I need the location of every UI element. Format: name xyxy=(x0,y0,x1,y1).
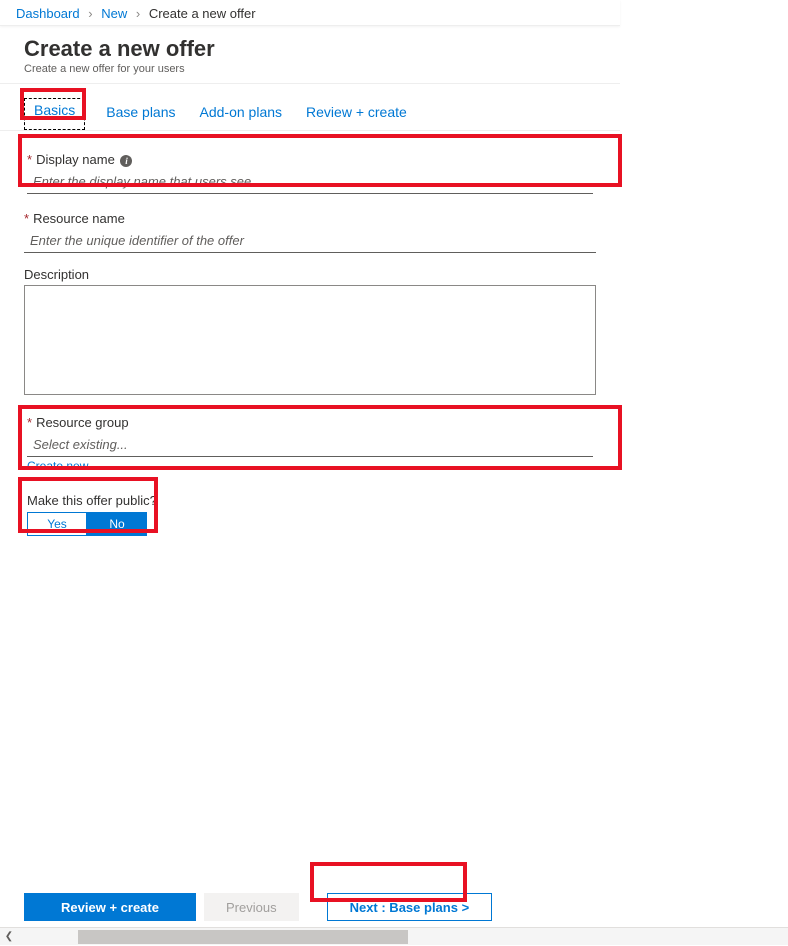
resource-group-label: *Resource group xyxy=(27,415,593,430)
field-resource-name: *Resource name xyxy=(24,211,596,253)
info-icon[interactable]: i xyxy=(120,155,132,167)
resource-group-select[interactable] xyxy=(27,433,593,457)
previous-button: Previous xyxy=(204,893,299,921)
review-create-button[interactable]: Review + create xyxy=(24,893,196,921)
field-resource-group: *Resource group Create new xyxy=(24,412,596,476)
tab-base-plans[interactable]: Base plans xyxy=(103,98,178,130)
page-subtitle: Create a new offer for your users xyxy=(24,63,604,75)
scroll-left-icon[interactable]: ❮ xyxy=(0,928,18,946)
description-input[interactable] xyxy=(24,285,596,395)
tab-basics[interactable]: Basics xyxy=(24,98,85,130)
scroll-right-icon[interactable] xyxy=(770,928,788,946)
resource-name-input[interactable] xyxy=(24,229,596,253)
breadcrumb-current: Create a new offer xyxy=(149,6,256,21)
footer-actions: Review + create Previous Next : Base pla… xyxy=(0,893,620,921)
make-public-toggle: Yes No xyxy=(27,512,593,536)
field-make-public: Make this offer public? Yes No xyxy=(24,490,596,539)
page-header: Create a new offer Create a new offer fo… xyxy=(0,26,620,84)
next-button[interactable]: Next : Base plans > xyxy=(327,893,493,921)
create-new-link[interactable]: Create new xyxy=(27,459,88,473)
display-name-label: *Display name i xyxy=(27,152,593,167)
make-public-label: Make this offer public? xyxy=(27,493,593,508)
scrollbar-thumb[interactable] xyxy=(78,930,408,944)
breadcrumb-separator: › xyxy=(136,6,140,21)
breadcrumb: Dashboard › New › Create a new offer xyxy=(0,0,620,26)
breadcrumb-dashboard[interactable]: Dashboard xyxy=(16,6,80,21)
toggle-yes[interactable]: Yes xyxy=(27,512,87,536)
field-display-name: *Display name i xyxy=(24,149,596,197)
description-label: Description xyxy=(24,267,596,282)
page-title: Create a new offer xyxy=(24,36,604,62)
tab-review-create[interactable]: Review + create xyxy=(303,98,410,130)
field-description: Description xyxy=(24,267,596,398)
tabs: Basics Base plans Add-on plans Review + … xyxy=(0,84,620,131)
form-body: *Display name i *Resource name Descripti… xyxy=(0,131,620,539)
breadcrumb-new[interactable]: New xyxy=(101,6,127,21)
display-name-input[interactable] xyxy=(27,170,593,194)
tab-addon-plans[interactable]: Add-on plans xyxy=(197,98,286,130)
toggle-no[interactable]: No xyxy=(87,512,147,536)
breadcrumb-separator: › xyxy=(88,6,92,21)
resource-name-label: *Resource name xyxy=(24,211,596,226)
horizontal-scrollbar[interactable]: ❮ xyxy=(0,927,788,945)
